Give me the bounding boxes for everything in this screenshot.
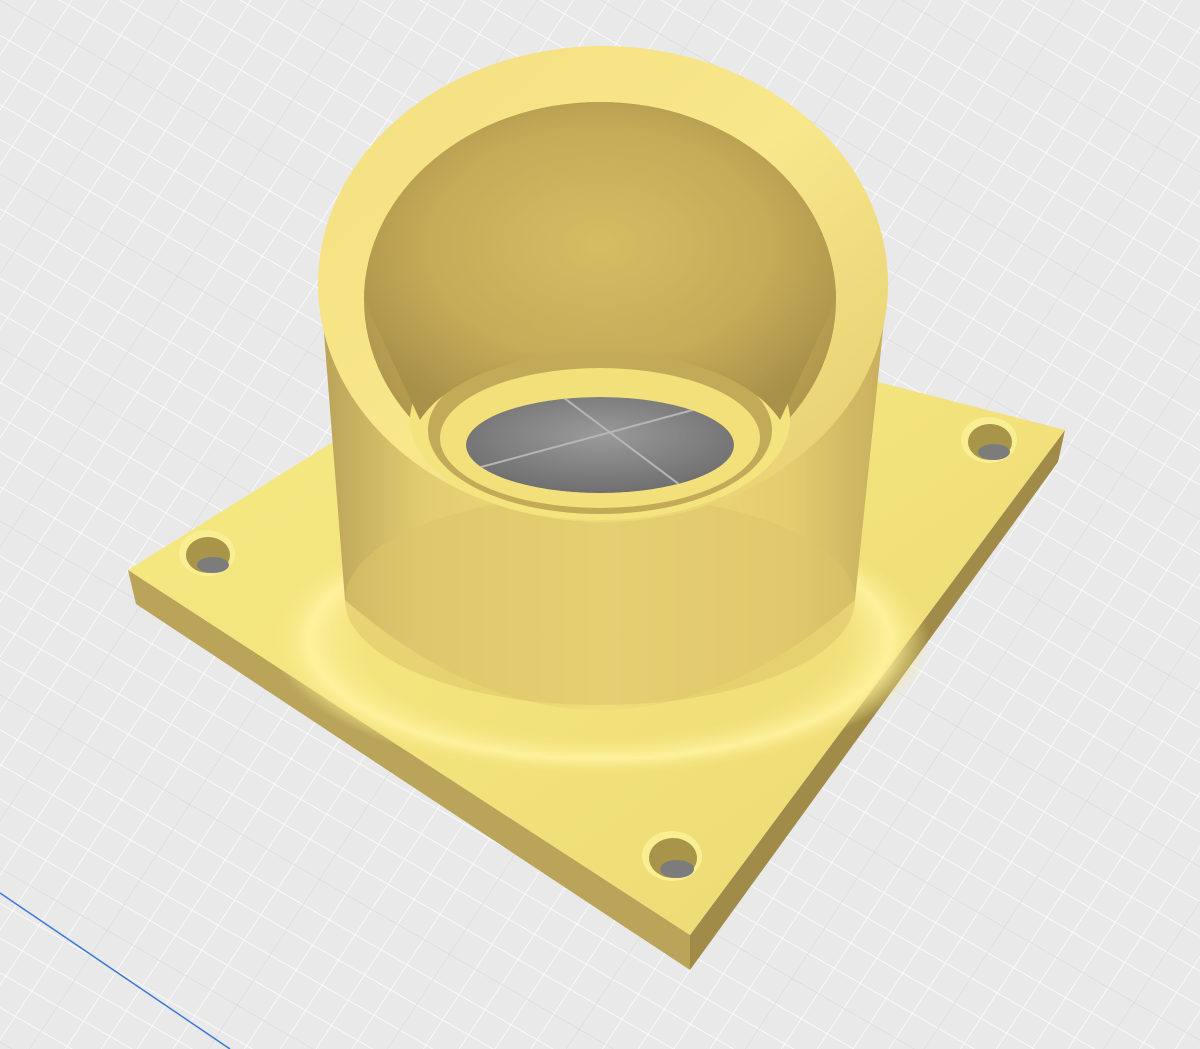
mounting-hole-right	[961, 417, 1017, 463]
mounting-hole-left	[179, 530, 235, 576]
3d-viewport[interactable]	[0, 0, 1200, 1049]
mounting-hole-front	[642, 831, 702, 881]
tube-bottom-edge	[345, 495, 855, 705]
scene-canvas[interactable]	[0, 0, 1200, 1049]
